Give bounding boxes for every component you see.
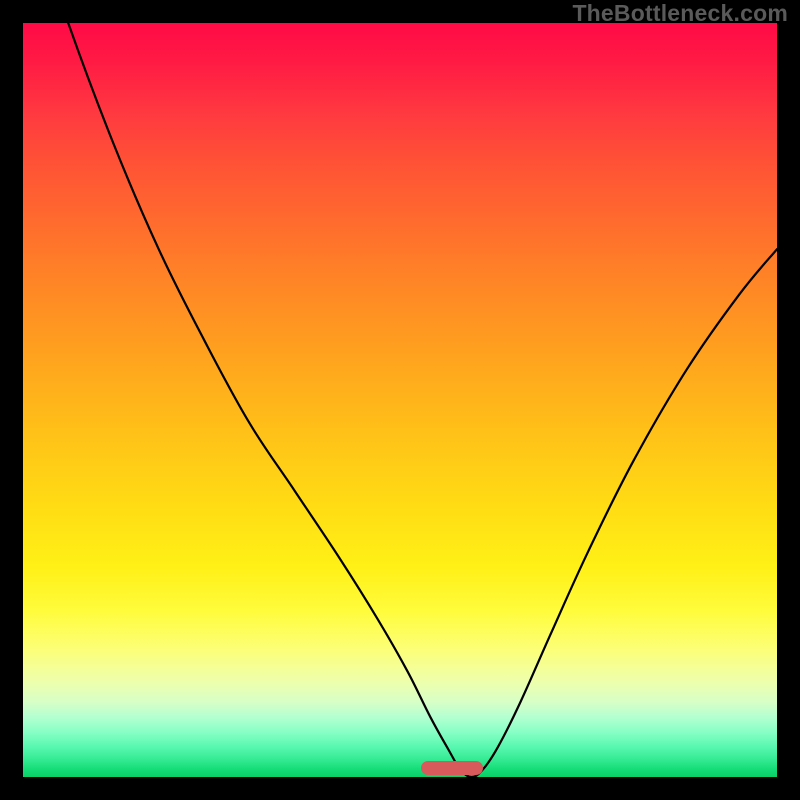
- chart-frame: TheBottleneck.com: [0, 0, 800, 800]
- watermark-text: TheBottleneck.com: [572, 0, 788, 27]
- curve-path: [23, 23, 777, 777]
- bottleneck-curve: [23, 23, 777, 777]
- plot-area: [23, 23, 777, 777]
- optimal-range-marker: [421, 761, 483, 775]
